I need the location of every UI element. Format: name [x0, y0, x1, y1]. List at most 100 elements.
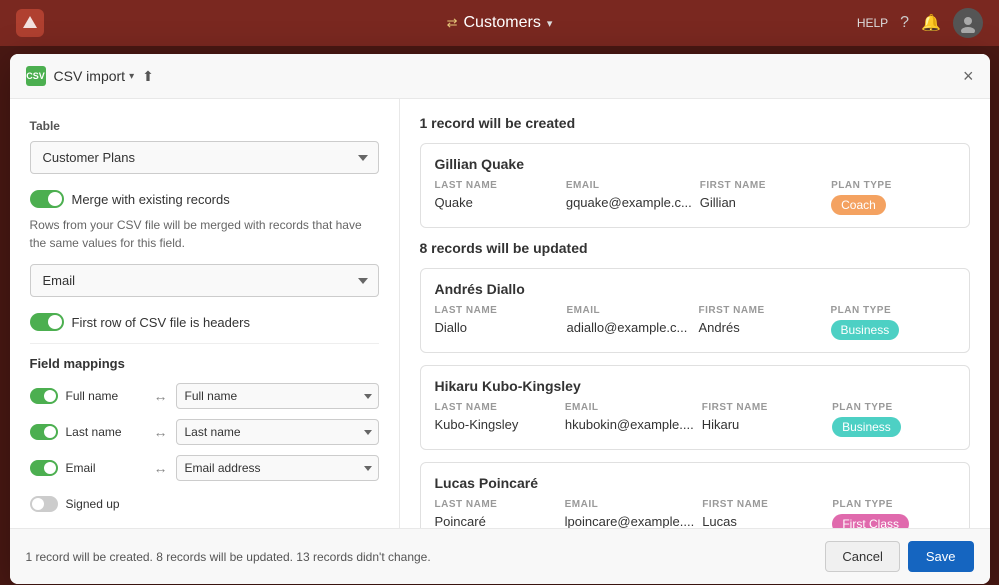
footer-buttons: Cancel Save: [825, 541, 973, 572]
first-name-value-4: Lucas: [702, 514, 824, 528]
merge-field-select[interactable]: Email: [30, 264, 379, 297]
footer-status: 1 record will be created. 8 records will…: [26, 550, 431, 564]
lastname-toggle[interactable]: [30, 424, 58, 440]
merge-toggle-label: Merge with existing records: [72, 192, 230, 207]
record-name-andres: Andrés Diallo: [435, 281, 955, 297]
record-card-hikaru: Hikaru Kubo-Kingsley LAST NAME EMAIL FIR…: [420, 365, 970, 450]
last-name-header-2: LAST NAME: [435, 305, 559, 316]
customers-icon: ⇄: [447, 15, 458, 31]
modal-header-title: CSV import ▾: [54, 68, 135, 84]
email-header-4: EMAIL: [565, 499, 695, 510]
topbar: ⇄ Customers ▾ HELP ? 🔔: [0, 0, 999, 46]
first-name-header-3: FIRST NAME: [702, 402, 824, 413]
topbar-logo: [16, 9, 44, 37]
topbar-title: ⇄ Customers ▾: [447, 14, 553, 32]
first-row-label: First row of CSV file is headers: [72, 315, 250, 330]
close-button[interactable]: ×: [963, 67, 974, 85]
merge-toggle-row: Merge with existing records: [30, 190, 379, 208]
mapping-row-lastname: Last name ↔ Last name: [30, 419, 379, 445]
left-panel: Table Customer Plans Merge with existing…: [10, 99, 400, 528]
plan-badge-business-1: Business: [831, 320, 900, 340]
right-panel: 1 record will be created Gillian Quake L…: [400, 99, 990, 528]
merge-toggle[interactable]: [30, 190, 64, 208]
last-name-value: Quake: [435, 195, 558, 215]
record-name-lucas: Lucas Poincaré: [435, 475, 955, 491]
plan-type-value-2: Business: [831, 320, 955, 340]
app-logo: [16, 9, 44, 37]
email-value: gquake@example.c...: [566, 195, 692, 215]
last-name-value-4: Poincaré: [435, 514, 557, 528]
page-title: Customers: [464, 14, 541, 32]
record-card-andres: Andrés Diallo LAST NAME EMAIL FIRST NAME…: [420, 268, 970, 353]
avatar[interactable]: [953, 8, 983, 38]
first-row-toggle-row: First row of CSV file is headers: [30, 313, 379, 331]
plan-type-header-3: PLAN TYPE: [832, 402, 954, 413]
table-label: Table: [30, 119, 379, 133]
last-name-header-3: LAST NAME: [435, 402, 557, 413]
record-name-gillian: Gillian Quake: [435, 156, 955, 172]
field-mappings-title: Field mappings: [30, 356, 379, 371]
record-card-lucas: Lucas Poincaré LAST NAME EMAIL FIRST NAM…: [420, 462, 970, 528]
plan-type-header: PLAN TYPE: [831, 180, 954, 191]
mapping-row-signedup: Signed up: [30, 491, 379, 517]
arrow-icon-2: ↔: [154, 424, 168, 440]
help-icon[interactable]: ?: [900, 14, 909, 32]
email-header-2: EMAIL: [567, 305, 691, 316]
plan-badge-business-2: Business: [832, 417, 901, 437]
mapping-row-email: Email ↔ Email address: [30, 455, 379, 481]
email-header: EMAIL: [566, 180, 692, 191]
lastname-source: Last name: [66, 425, 146, 439]
modal-header-left: CSV CSV import ▾ ⬆: [26, 66, 154, 86]
plan-type-value-4: First Class: [832, 514, 954, 528]
first-name-header: FIRST NAME: [700, 180, 823, 191]
first-row-toggle[interactable]: [30, 313, 64, 331]
email-source: Email: [66, 461, 146, 475]
modal-overlay: CSV CSV import ▾ ⬆ × Table Customer Plan…: [0, 46, 999, 585]
export-icon[interactable]: ⬆: [142, 68, 154, 85]
last-name-header: LAST NAME: [435, 180, 558, 191]
record-fields-gillian: LAST NAME EMAIL FIRST NAME PLAN TYPE Qua…: [435, 180, 955, 215]
plan-type-value: Coach: [831, 195, 954, 215]
mapping-row-fullname: Full name ↔ Full name: [30, 383, 379, 409]
plan-badge-coach: Coach: [831, 195, 886, 215]
record-fields-lucas: LAST NAME EMAIL FIRST NAME PLAN TYPE Poi…: [435, 499, 955, 528]
lastname-target-select[interactable]: Last name: [176, 419, 379, 445]
modal-body: Table Customer Plans Merge with existing…: [10, 99, 990, 528]
fullname-toggle[interactable]: [30, 388, 58, 404]
import-label: CSV import: [54, 68, 126, 84]
dropdown-arrow-icon: ▾: [129, 71, 134, 82]
updated-section-title: 8 records will be updated: [420, 240, 970, 256]
email-header-3: EMAIL: [565, 402, 694, 413]
plan-type-header-2: PLAN TYPE: [831, 305, 955, 316]
record-fields-hikaru: LAST NAME EMAIL FIRST NAME PLAN TYPE Kub…: [435, 402, 955, 437]
fullname-target-select[interactable]: Full name: [176, 383, 379, 409]
email-value-3: hkubokin@example....: [565, 417, 694, 437]
cancel-button[interactable]: Cancel: [825, 541, 899, 572]
bell-icon[interactable]: 🔔: [921, 13, 941, 33]
email-toggle[interactable]: [30, 460, 58, 476]
topbar-right: HELP ? 🔔: [857, 8, 983, 38]
plan-badge-firstclass: First Class: [832, 514, 909, 528]
first-name-value-3: Hikaru: [702, 417, 824, 437]
fullname-source: Full name: [66, 389, 146, 403]
table-select[interactable]: Customer Plans: [30, 141, 379, 174]
email-value-4: lpoincare@example....: [565, 514, 695, 528]
merge-description: Rows from your CSV file will be merged w…: [30, 216, 379, 252]
first-name-header-2: FIRST NAME: [699, 305, 823, 316]
modal-footer: 1 record will be created. 8 records will…: [10, 528, 990, 584]
last-name-value-2: Diallo: [435, 320, 559, 340]
arrow-icon: ↔: [154, 388, 168, 404]
save-button[interactable]: Save: [908, 541, 974, 572]
record-fields-andres: LAST NAME EMAIL FIRST NAME PLAN TYPE Dia…: [435, 305, 955, 340]
last-name-value-3: Kubo-Kingsley: [435, 417, 557, 437]
help-label: HELP: [857, 16, 888, 30]
signedup-toggle[interactable]: [30, 496, 58, 512]
last-name-header-4: LAST NAME: [435, 499, 557, 510]
record-card-gillian: Gillian Quake LAST NAME EMAIL FIRST NAME…: [420, 143, 970, 228]
record-name-hikaru: Hikaru Kubo-Kingsley: [435, 378, 955, 394]
email-value-2: adiallo@example.c...: [567, 320, 691, 340]
plan-type-header-4: PLAN TYPE: [832, 499, 954, 510]
modal-header: CSV CSV import ▾ ⬆ ×: [10, 54, 990, 99]
first-name-header-4: FIRST NAME: [702, 499, 824, 510]
email-target-select[interactable]: Email address: [176, 455, 379, 481]
